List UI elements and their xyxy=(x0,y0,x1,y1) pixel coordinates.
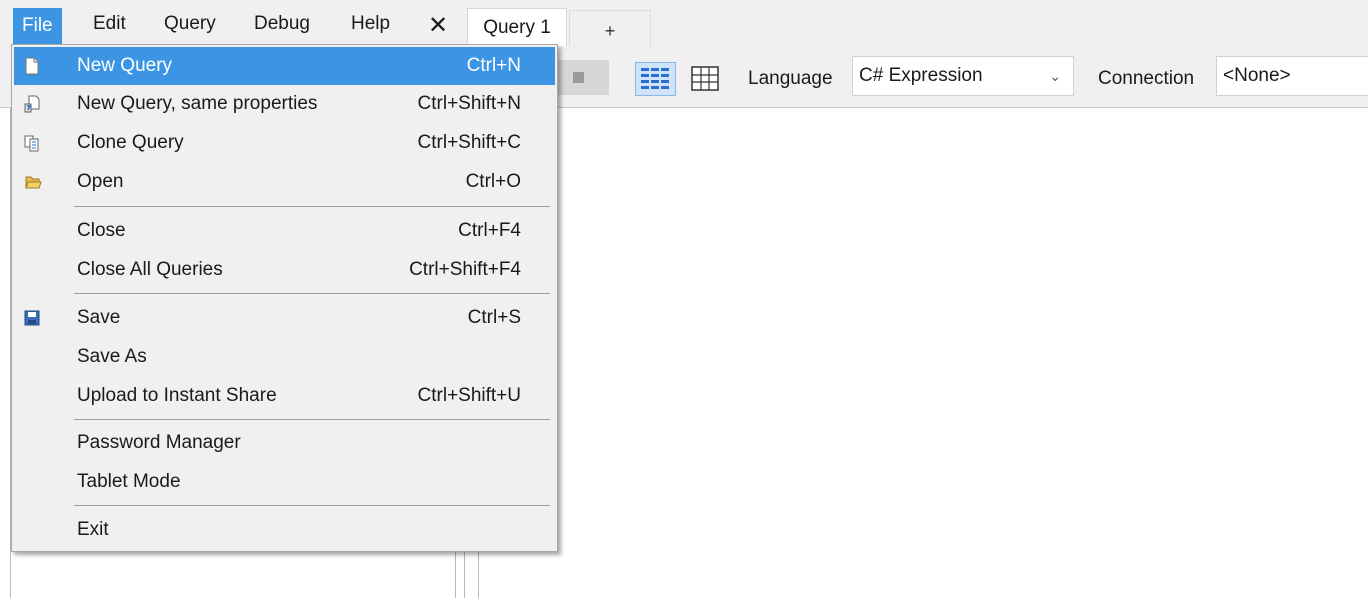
menu-item-label: New Query xyxy=(77,55,173,76)
menu-item-label: Upload to Instant Share xyxy=(77,385,277,406)
language-value: C# Expression xyxy=(859,65,983,86)
menu-item-shortcut: Ctrl+Shift+U xyxy=(417,385,521,406)
menu-item-label: Password Manager xyxy=(77,432,241,453)
menu-item-label: Close All Queries xyxy=(77,259,223,280)
clone-icon xyxy=(24,135,39,152)
grid-icon xyxy=(691,66,719,91)
close-query-icon[interactable]: ✕ xyxy=(428,11,448,41)
stop-icon xyxy=(573,72,584,83)
menu-item-label: Exit xyxy=(77,519,109,540)
menu-separator xyxy=(74,206,550,207)
language-select[interactable]: C# Expression ⌄ xyxy=(852,56,1074,96)
menu-item-open[interactable]: Open Ctrl+O xyxy=(14,163,555,201)
menu-item-save-as[interactable]: Save As xyxy=(14,338,555,376)
menu-item-label: New Query, same properties xyxy=(77,93,318,114)
connection-value: <None> xyxy=(1223,65,1291,86)
menu-item-save[interactable]: Save Ctrl+S xyxy=(14,299,555,337)
file-menu-dropdown: New Query Ctrl+N New Query, same propert… xyxy=(11,44,558,552)
menu-query[interactable]: Query xyxy=(155,9,225,39)
add-tab-button[interactable]: + xyxy=(569,10,651,46)
language-label: Language xyxy=(748,68,833,89)
menu-debug[interactable]: Debug xyxy=(245,9,319,39)
menu-item-tablet-mode[interactable]: Tablet Mode xyxy=(14,463,555,501)
menu-item-exit[interactable]: Exit xyxy=(14,511,555,549)
menu-item-label: Close xyxy=(77,220,126,241)
menu-separator xyxy=(74,419,550,420)
menu-item-label: Clone Query xyxy=(77,132,184,153)
new-query-same-icon xyxy=(24,95,40,113)
menu-item-shortcut: Ctrl+Shift+N xyxy=(417,93,521,114)
menu-item-label: Save As xyxy=(77,346,147,367)
rich-text-results-button[interactable] xyxy=(635,62,676,96)
connection-label: Connection xyxy=(1098,68,1195,89)
menu-separator xyxy=(74,505,550,506)
connection-select[interactable]: <None> xyxy=(1216,56,1368,96)
menu-item-label: Tablet Mode xyxy=(77,471,181,492)
menu-file[interactable]: File xyxy=(13,8,62,44)
data-grid-results-button[interactable] xyxy=(690,64,720,94)
save-icon xyxy=(24,310,40,326)
menu-item-close[interactable]: Close Ctrl+F4 xyxy=(14,212,555,250)
stop-button[interactable] xyxy=(557,60,609,95)
menubar: File Edit Query Debug Help ✕ Query 1 + xyxy=(0,0,1368,48)
menu-item-label: Open xyxy=(77,171,124,192)
menu-item-new-query-same-properties[interactable]: New Query, same properties Ctrl+Shift+N xyxy=(14,85,555,123)
tab-query-1[interactable]: Query 1 xyxy=(467,8,567,48)
menu-item-shortcut: Ctrl+S xyxy=(467,307,521,328)
menu-item-label: Save xyxy=(77,307,121,328)
menu-help[interactable]: Help xyxy=(342,9,399,39)
menu-item-clone-query[interactable]: Clone Query Ctrl+Shift+C xyxy=(14,124,555,162)
new-document-icon xyxy=(25,57,39,75)
menu-item-shortcut: Ctrl+O xyxy=(465,171,521,192)
menu-item-new-query[interactable]: New Query Ctrl+N xyxy=(14,47,555,85)
rich-grid-icon xyxy=(641,68,669,89)
open-folder-icon xyxy=(25,176,42,189)
menu-edit[interactable]: Edit xyxy=(84,9,135,39)
menu-item-shortcut: Ctrl+N xyxy=(466,55,521,76)
menu-separator xyxy=(74,293,550,294)
menu-item-upload-instant-share[interactable]: Upload to Instant Share Ctrl+Shift+U xyxy=(14,377,555,415)
menu-item-shortcut: Ctrl+F4 xyxy=(458,220,521,241)
chevron-down-icon: ⌄ xyxy=(1049,68,1061,84)
menu-item-shortcut: Ctrl+Shift+C xyxy=(417,132,521,153)
menu-item-close-all-queries[interactable]: Close All Queries Ctrl+Shift+F4 xyxy=(14,251,555,289)
menu-item-shortcut: Ctrl+Shift+F4 xyxy=(409,259,521,280)
menu-item-password-manager[interactable]: Password Manager xyxy=(14,424,555,462)
